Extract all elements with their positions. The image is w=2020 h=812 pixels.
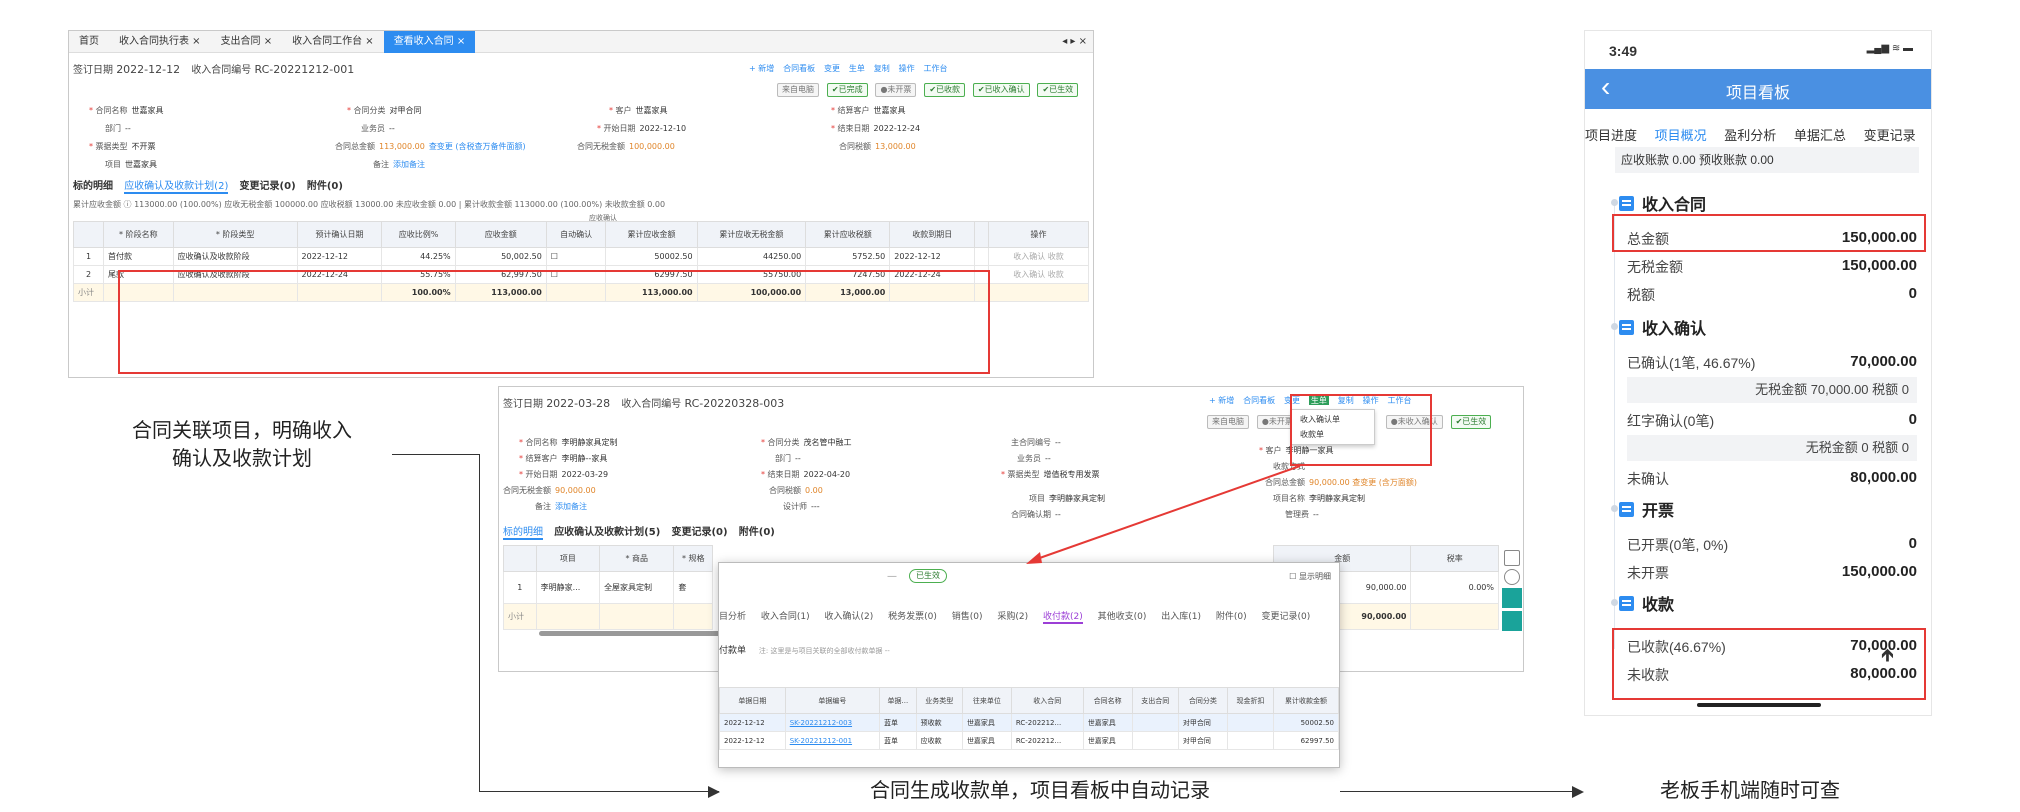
timeline-dot xyxy=(1611,199,1618,206)
receivable-line: 应收账款 0.00 预收账款 0.00 xyxy=(1615,147,1919,173)
connector xyxy=(392,454,480,455)
tab-changes[interactable]: 变更记录 xyxy=(1864,128,1916,143)
tab-summary[interactable]: 单据汇总 xyxy=(1794,128,1846,143)
annotation-bottom: 合同生成收款单，项目看板中自动记录 xyxy=(870,778,1210,802)
connector xyxy=(479,454,480,792)
arrow-line xyxy=(1033,465,1301,561)
phone-tabs: 项目进度 项目概况 盈利分析 单据汇总 变更记录 xyxy=(1585,125,1931,144)
section-income: 收入合同 xyxy=(1619,191,1706,215)
page-title: 项目看板 xyxy=(1725,85,1790,102)
arrow-head xyxy=(708,786,720,798)
timeline-dot xyxy=(1611,323,1618,330)
row-unconfirmed: 未确认 80,000.00 xyxy=(1627,469,1917,487)
mobile-project-board: 3:49 ▂▄▆ ≋ ▬ ‹ 项目看板 项目进度 项目概况 盈利分析 单据汇总 … xyxy=(1584,30,1932,716)
connector xyxy=(479,791,719,792)
timeline-dot xyxy=(1611,599,1618,606)
connector xyxy=(1340,791,1580,792)
status-icons: ▂▄▆ ≋ ▬ xyxy=(1866,43,1913,54)
section-receipt: 收款 xyxy=(1619,591,1674,615)
row-uninvoiced: 未开票 150,000.00 xyxy=(1627,563,1917,581)
highlight-box-receipts xyxy=(1612,628,1926,700)
status-time: 3:49 xyxy=(1609,43,1638,59)
red-detail: 无税金额 0 税额 0 xyxy=(1627,435,1917,461)
timeline xyxy=(1614,199,1615,649)
arrow-head xyxy=(1572,786,1584,798)
row-red: 红字确认(0笔) 0 xyxy=(1627,411,1917,429)
confirmed-detail: 无税金额 70,000.00 税额 0 xyxy=(1627,377,1917,403)
home-indicator xyxy=(1697,703,1821,707)
row-tax: 税额 0 xyxy=(1627,285,1917,303)
annotation-left: 合同关联项目，明确收入 确认及收款计划 xyxy=(132,418,352,470)
tab-overview[interactable]: 项目概况 xyxy=(1655,128,1707,143)
timeline-dot xyxy=(1611,505,1618,512)
phone-header: ‹ 项目看板 xyxy=(1585,69,1931,109)
tab-progress[interactable]: 项目进度 xyxy=(1585,128,1637,143)
highlight-box-total xyxy=(1612,214,1926,252)
document-icon xyxy=(1619,195,1634,211)
document-icon xyxy=(1619,595,1634,611)
section-confirm: 收入确认 xyxy=(1619,315,1706,339)
row-notax: 无税金额 150,000.00 xyxy=(1627,257,1917,275)
row-invoiced: 已开票(0笔, 0%) 0 xyxy=(1627,535,1917,553)
document-icon xyxy=(1619,501,1634,517)
section-invoice: 开票 xyxy=(1619,497,1674,521)
document-icon xyxy=(1619,319,1634,335)
row-confirmed: 已确认(1笔, 46.67%) 70,000.00 xyxy=(1627,353,1917,371)
arrow-head xyxy=(1026,552,1042,564)
annotation-right: 老板手机端随时可查 xyxy=(1660,778,1840,802)
tab-profit[interactable]: 盈利分析 xyxy=(1724,128,1776,143)
